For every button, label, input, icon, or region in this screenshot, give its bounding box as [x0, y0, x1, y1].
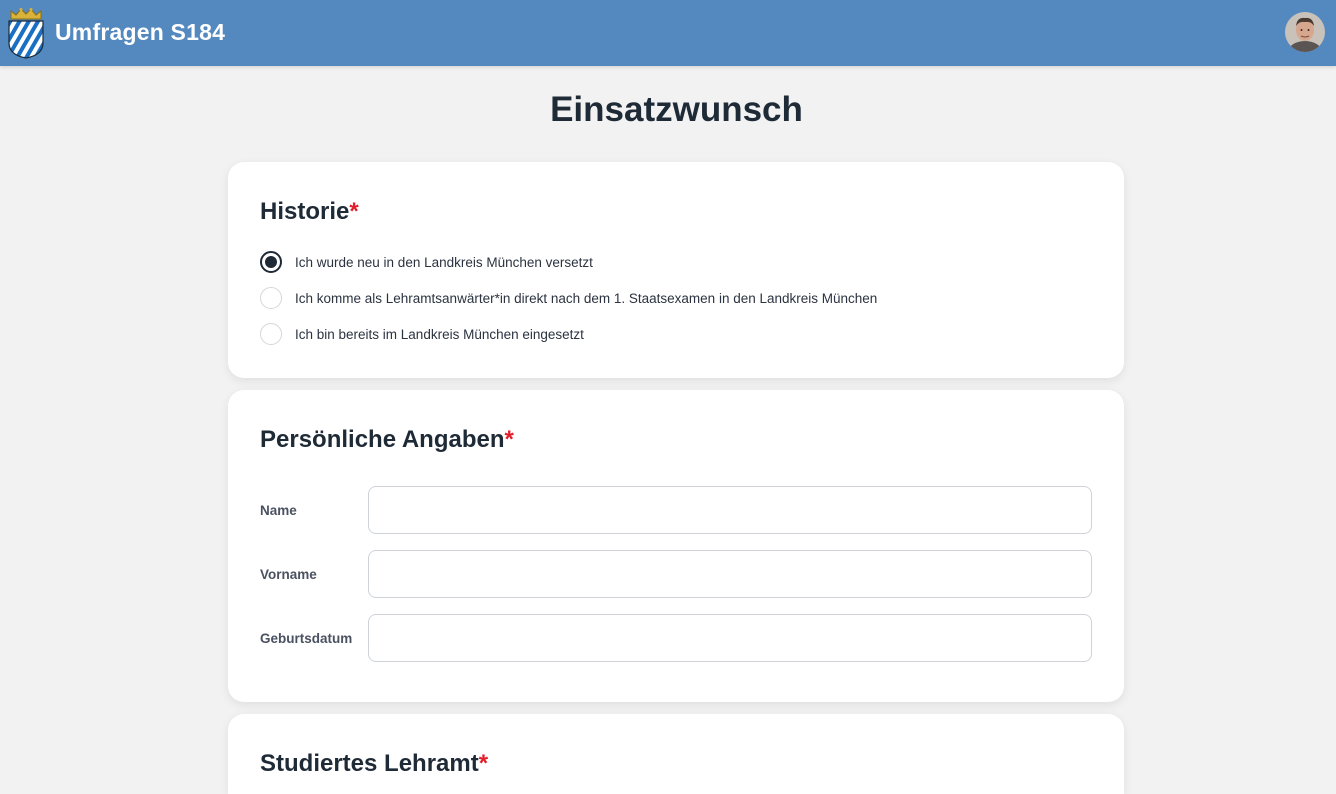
required-marker: * [504, 426, 514, 453]
bavaria-coat-of-arms-icon[interactable] [7, 7, 45, 59]
lehramt-title-text: Studiertes Lehramt [260, 750, 479, 777]
radio-button-selected[interactable] [260, 251, 282, 273]
name-label: Name [260, 503, 297, 518]
lehramt-card: Studiertes Lehramt* [228, 714, 1124, 794]
vorname-field[interactable] [368, 550, 1092, 598]
name-field[interactable] [368, 486, 1092, 534]
lehramt-title: Studiertes Lehramt* [260, 750, 488, 778]
historie-option-lehramtsanwaerter[interactable]: Ich komme als Lehramtsanwärter*in direkt… [260, 285, 877, 311]
geburtsdatum-label: Geburtsdatum [260, 631, 353, 646]
historie-card: Historie* Ich wurde neu in den Landkreis… [228, 162, 1124, 378]
radio-label: Ich wurde neu in den Landkreis München v… [295, 254, 593, 270]
user-avatar[interactable] [1285, 12, 1325, 52]
required-marker: * [349, 198, 359, 225]
historie-title: Historie* [260, 198, 359, 226]
geburtsdatum-field[interactable] [368, 614, 1092, 662]
top-bar: Umfragen S184 [0, 0, 1336, 66]
app-title: Umfragen S184 [55, 19, 226, 45]
required-marker: * [478, 750, 489, 777]
personal-title: Persönliche Angaben* [260, 426, 514, 454]
historie-option-eingesetzt[interactable]: Ich bin bereits im Landkreis München ein… [260, 321, 584, 347]
page-title: Einsatzwunsch [550, 90, 803, 129]
personal-card: Persönliche Angaben* Name Vorname Geburt… [228, 390, 1124, 702]
historie-title-text: Historie [260, 198, 350, 225]
radio-button[interactable] [260, 287, 282, 309]
radio-button[interactable] [260, 323, 282, 345]
radio-label: Ich komme als Lehramtsanwärter*in direkt… [295, 290, 878, 306]
vorname-label: Vorname [260, 567, 317, 582]
radio-label: Ich bin bereits im Landkreis München ein… [295, 326, 584, 342]
personal-title-text: Persönliche Angaben [260, 426, 505, 453]
historie-option-versetzt[interactable]: Ich wurde neu in den Landkreis München v… [260, 249, 593, 275]
